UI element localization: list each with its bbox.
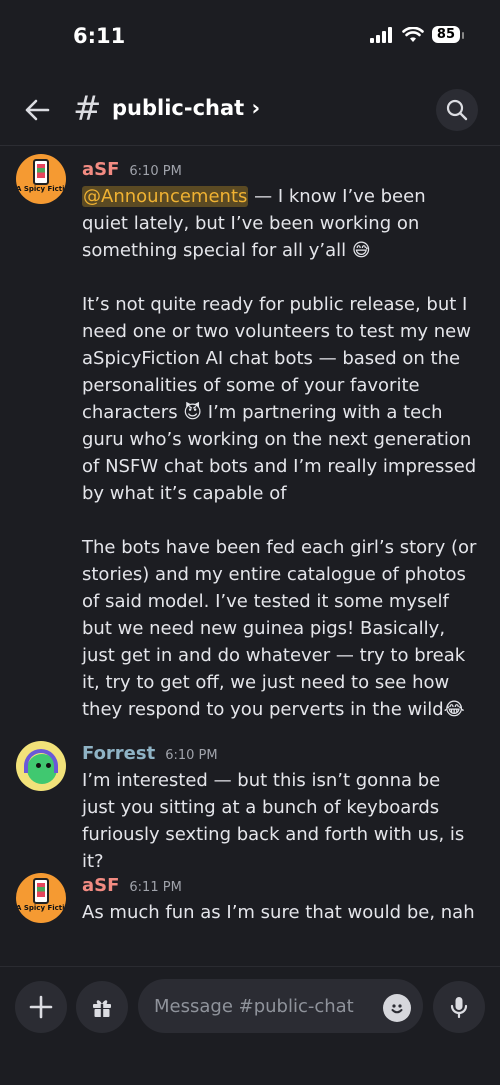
phone-logo-icon <box>33 878 49 904</box>
emoji-icon <box>391 1004 403 1014</box>
message-text: As much fun as I’m sure that would be, n… <box>82 902 475 923</box>
avatar[interactable] <box>16 741 66 791</box>
back-button[interactable] <box>22 95 52 125</box>
search-icon <box>446 99 468 121</box>
message-timestamp: 6:10 PM <box>165 748 218 763</box>
headset-icon <box>24 749 58 773</box>
microphone-icon <box>450 997 468 1019</box>
status-time: 6:11 <box>73 24 126 48</box>
message-text: The bots have been fed each girl’s story… <box>82 537 477 720</box>
avatar-logo-text: A Spicy Fiction <box>16 904 66 912</box>
arrow-left-icon <box>25 99 50 121</box>
avatar-logo-text: A Spicy Fiction <box>16 185 66 193</box>
message-list[interactable]: A Spicy Fiction aSF 6:10 PM @Announcemen… <box>0 146 500 966</box>
gift-icon <box>93 1000 111 1017</box>
phone-logo-icon <box>33 159 49 185</box>
channel-header: # public-chat › <box>0 75 500 146</box>
add-attachment-button[interactable] <box>15 981 67 1033</box>
status-bar: 6:11 85 <box>0 0 500 75</box>
author-name[interactable]: aSF <box>82 159 119 180</box>
voice-message-button[interactable] <box>433 981 485 1033</box>
channel-title[interactable]: public-chat › <box>112 96 260 120</box>
battery-indicator: 85 <box>431 26 465 43</box>
cellular-signal-icon <box>369 26 392 43</box>
status-icons: 85 <box>369 26 465 43</box>
avatar[interactable]: A Spicy Fiction <box>16 873 66 923</box>
message-content: @Announcements — I know I’ve been quiet … <box>82 183 477 723</box>
avatar-eye <box>46 763 51 768</box>
wifi-icon <box>402 26 424 42</box>
role-mention[interactable]: @Announcements <box>82 186 249 207</box>
emoji-button[interactable] <box>383 994 411 1022</box>
avatar[interactable]: A Spicy Fiction <box>16 154 66 204</box>
plus-icon <box>29 995 53 1019</box>
author-name[interactable]: Forrest <box>82 743 155 764</box>
message-timestamp: 6:11 PM <box>129 880 182 895</box>
message-input[interactable] <box>138 979 423 1033</box>
message-text: It’s not quite ready for public release,… <box>82 294 477 504</box>
search-button[interactable] <box>436 89 478 131</box>
author-name[interactable]: aSF <box>82 875 119 896</box>
message-timestamp: 6:10 PM <box>129 164 182 179</box>
gift-button[interactable] <box>76 981 128 1033</box>
message-composer <box>0 966 500 1085</box>
channel-hash-icon: # <box>73 89 102 129</box>
message-text: I’m interested — but this isn’t gonna be… <box>82 770 465 872</box>
avatar-eye <box>36 763 41 768</box>
